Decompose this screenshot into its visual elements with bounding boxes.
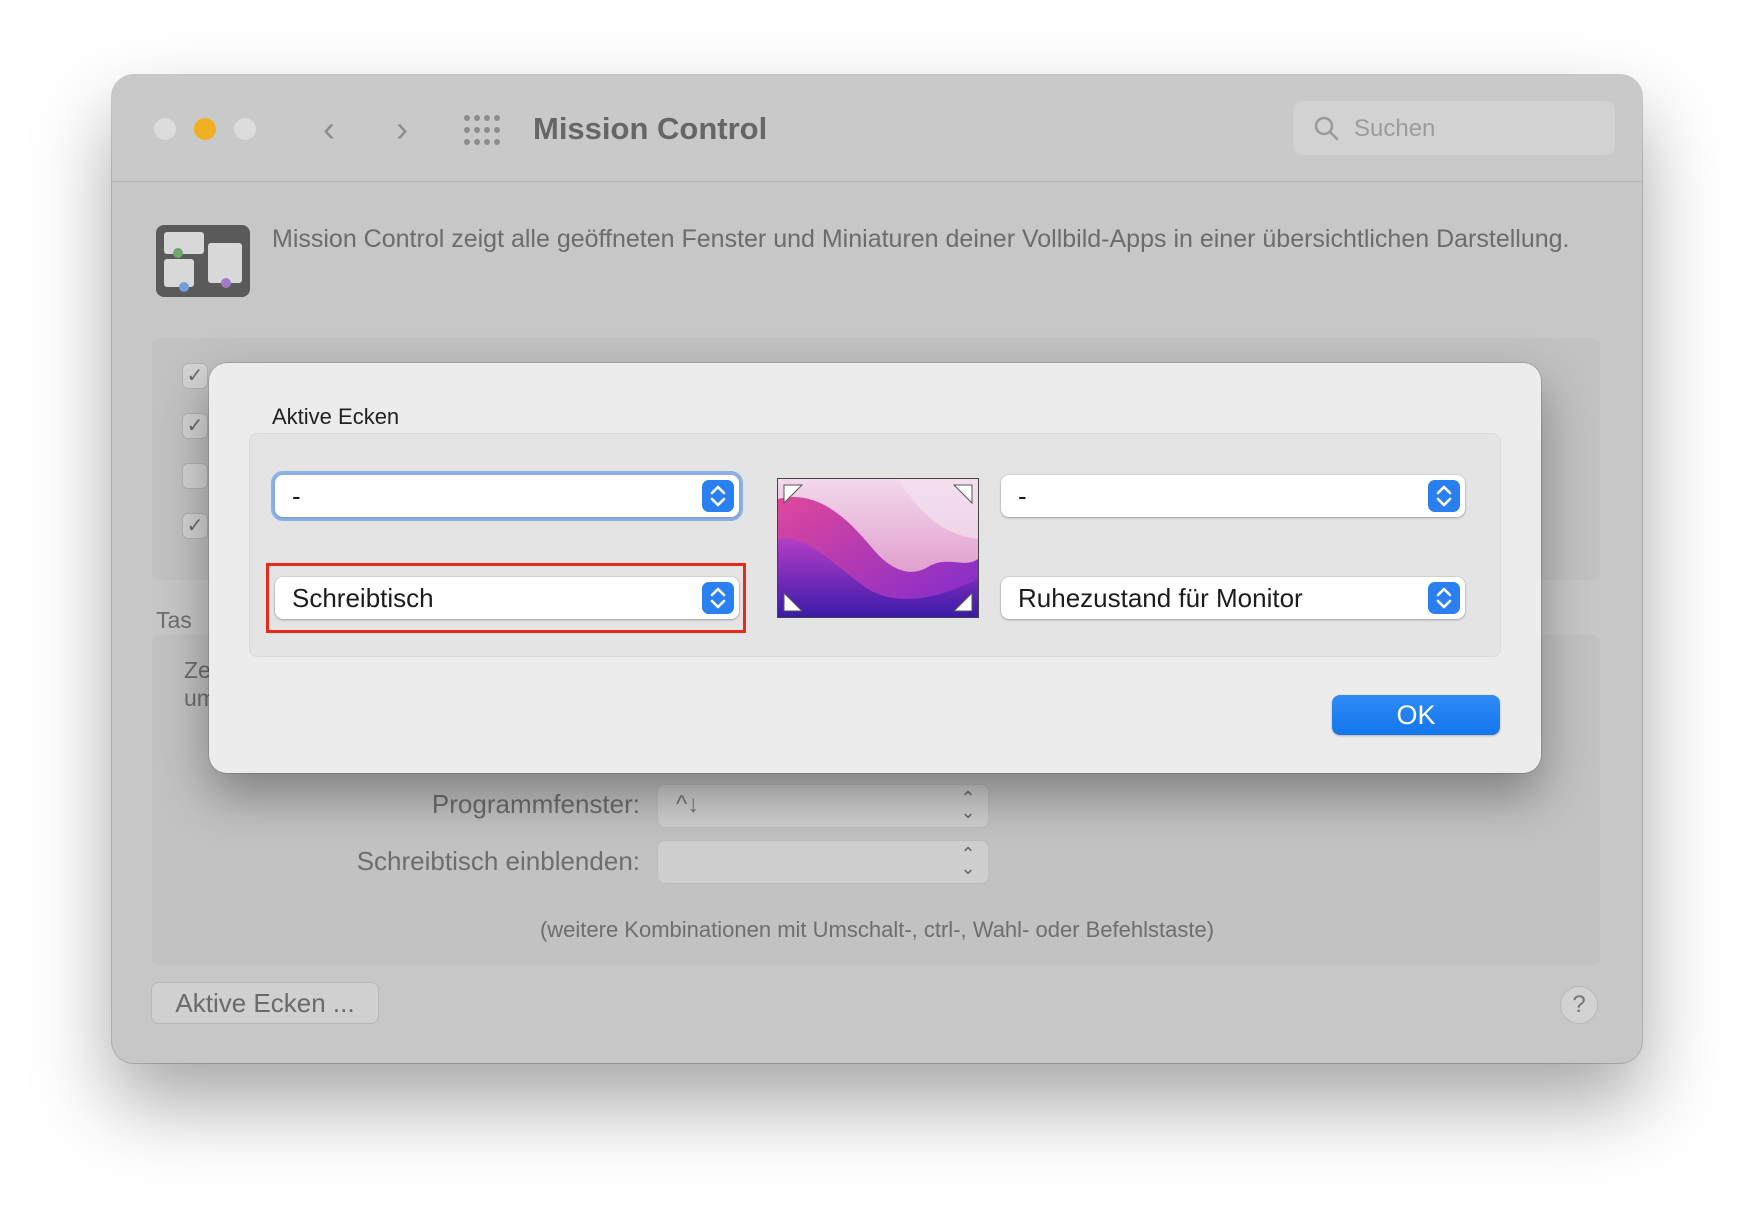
- back-chevron-icon[interactable]: ‹: [309, 109, 349, 149]
- hot-corners-sheet: Aktive Ecken - Schreibtisch - Ruhezustan…: [209, 363, 1541, 773]
- shortcut-label-show-desktop: Schreibtisch einblenden:: [356, 846, 640, 876]
- search-placeholder: Suchen: [1354, 115, 1436, 142]
- chevron-updown-icon: [1428, 480, 1460, 512]
- option-checkbox-1[interactable]: ✓: [182, 363, 208, 389]
- option-checkbox-3[interactable]: [182, 463, 208, 489]
- chevron-updown-icon: [702, 582, 734, 614]
- bottom-left-corner-value: Schreibtisch: [292, 583, 434, 613]
- bottom-right-corner-popup[interactable]: Ruhezustand für Monitor: [1001, 577, 1465, 619]
- minimize-window-button[interactable]: [194, 118, 216, 140]
- option-checkbox-2[interactable]: ✓: [182, 413, 208, 439]
- search-field[interactable]: Suchen: [1293, 101, 1615, 155]
- window-title: Mission Control: [533, 111, 768, 146]
- sheet-title: Aktive Ecken: [272, 404, 400, 429]
- bottom-right-corner-value: Ruhezustand für Monitor: [1018, 583, 1303, 613]
- chevron-updown-icon: ⌃ ⌄: [960, 844, 976, 878]
- forward-chevron-icon[interactable]: ›: [382, 109, 422, 149]
- show-desktop-shortcut-select[interactable]: ⌃ ⌄: [657, 840, 989, 884]
- shortcuts-text-line1: Ze: [184, 657, 211, 683]
- option-checkbox-4[interactable]: ✓: [182, 513, 208, 539]
- title-bar: ‹ › Mission Control Suchen: [112, 75, 1642, 182]
- zoom-window-button[interactable]: [234, 118, 256, 140]
- close-window-button[interactable]: [154, 118, 176, 140]
- shortcuts-note: (weitere Kombinationen mit Umschalt-, ct…: [539, 917, 1215, 942]
- top-left-corner-popup[interactable]: -: [275, 475, 739, 517]
- shortcut-label-app-windows: Programmfenster:: [431, 789, 640, 819]
- hot-corners-button[interactable]: Aktive Ecken ...: [151, 982, 379, 1024]
- mission-control-app-icon: [156, 225, 250, 297]
- ok-button[interactable]: OK: [1332, 695, 1500, 735]
- section-label: Tas: [156, 607, 192, 633]
- help-button[interactable]: ?: [1560, 986, 1598, 1024]
- chevron-updown-icon: [1428, 582, 1460, 614]
- top-right-corner-value: -: [1018, 481, 1027, 511]
- screen-preview-image: [777, 478, 979, 618]
- bottom-left-corner-popup[interactable]: Schreibtisch: [275, 577, 739, 619]
- top-left-corner-value: -: [292, 481, 301, 511]
- chevron-updown-icon: ⌃ ⌄: [960, 788, 976, 822]
- app-windows-shortcut-select[interactable]: ^↓ ⌃ ⌄: [657, 784, 989, 828]
- mission-control-description: Mission Control zeigt alle geöffneten Fe…: [272, 225, 1570, 253]
- chevron-updown-icon: [702, 480, 734, 512]
- search-icon: [1314, 116, 1339, 141]
- top-right-corner-popup[interactable]: -: [1001, 475, 1465, 517]
- show-all-grid-icon[interactable]: [464, 115, 500, 145]
- app-windows-shortcut-value: ^↓: [676, 791, 700, 818]
